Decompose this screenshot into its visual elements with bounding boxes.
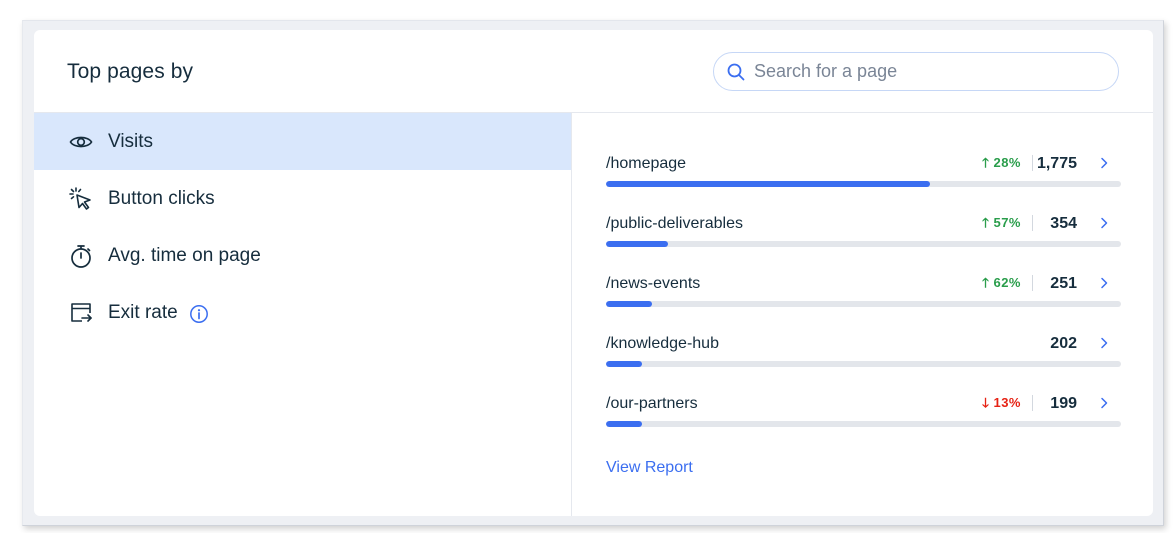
chevron-right-icon[interactable] (1097, 396, 1111, 410)
search-input[interactable] (754, 53, 1104, 90)
screenshot-frame: Top pages by Visits (0, 0, 1173, 533)
card-header: Top pages by (34, 30, 1153, 113)
change-indicator: 🡑 28% (982, 155, 1021, 170)
progress-track (606, 181, 1121, 187)
eye-icon (69, 136, 93, 148)
page-path: /news-events (606, 275, 701, 292)
visit-count: 199 (1050, 395, 1077, 412)
sidebar-item-label: Exit rate (108, 302, 178, 323)
top-pages-list: /homepage 🡑 28% 1,775 /public-deliverabl… (572, 113, 1153, 516)
sidebar-item-label: Avg. time on page (108, 245, 261, 266)
page-row-public-deliverables[interactable]: /public-deliverables 🡑 57% 354 (606, 203, 1121, 255)
page-row-our-partners[interactable]: /our-partners 🡓 13% 199 (606, 383, 1121, 435)
page-path: /our-partners (606, 395, 698, 412)
page-path: /homepage (606, 155, 687, 172)
progress-fill (606, 361, 643, 367)
change-indicator: 🡑 57% (982, 215, 1021, 230)
progress-fill (606, 181, 931, 187)
view-report-link[interactable]: View Report (606, 459, 693, 477)
progress-fill (606, 301, 653, 307)
visit-count: 354 (1050, 215, 1077, 232)
divider (1032, 395, 1033, 411)
arrow-up-icon: 🡑 (982, 215, 994, 230)
visit-count: 202 (1050, 335, 1077, 352)
change-indicator: 🡑 62% (982, 275, 1021, 290)
chevron-right-icon[interactable] (1097, 276, 1111, 290)
change-indicator: 🡓 13% (982, 395, 1021, 410)
divider (1032, 215, 1033, 231)
divider (1032, 155, 1033, 171)
progress-track (606, 421, 1121, 427)
progress-track (606, 361, 1121, 367)
page-row-news-events[interactable]: /news-events 🡑 62% 251 (606, 263, 1121, 315)
metric-sidebar: Visits Button clicks Avg. time on page E… (34, 113, 572, 516)
page-path: /knowledge-hub (606, 335, 719, 352)
top-pages-card: Top pages by Visits (34, 30, 1153, 516)
card-title: Top pages by (67, 60, 194, 83)
page-row-knowledge-hub[interactable]: /knowledge-hub 202 (606, 323, 1121, 375)
chevron-right-icon[interactable] (1097, 156, 1111, 170)
arrow-up-icon: 🡑 (982, 275, 994, 290)
search-box[interactable] (713, 52, 1119, 91)
chevron-right-icon[interactable] (1097, 336, 1111, 350)
search-icon (727, 63, 745, 81)
sidebar-item-avg-time[interactable]: Avg. time on page (34, 227, 571, 284)
sidebar-item-exit-rate[interactable]: Exit rate (34, 284, 571, 341)
page-row-homepage[interactable]: /homepage 🡑 28% 1,775 (606, 143, 1121, 195)
page-path: /public-deliverables (606, 215, 743, 232)
visit-count: 1,775 (1036, 155, 1077, 172)
arrow-up-icon: 🡑 (982, 155, 994, 170)
sidebar-item-label: Button clicks (108, 188, 215, 209)
progress-track (606, 241, 1121, 247)
divider (1032, 275, 1033, 291)
visit-count: 251 (1050, 275, 1077, 292)
chevron-right-icon[interactable] (1097, 216, 1111, 230)
progress-fill (606, 421, 643, 427)
progress-track (606, 301, 1121, 307)
sidebar-item-button-clicks[interactable]: Button clicks (34, 170, 571, 227)
sidebar-item-label: Visits (108, 131, 154, 152)
progress-fill (606, 241, 668, 247)
arrow-down-icon: 🡓 (982, 395, 994, 410)
sidebar-item-visits[interactable]: Visits (34, 113, 571, 170)
info-icon[interactable] (189, 304, 209, 324)
exit-page-icon (71, 303, 92, 322)
stopwatch-icon (71, 245, 91, 268)
cursor-click-icon (69, 187, 91, 210)
